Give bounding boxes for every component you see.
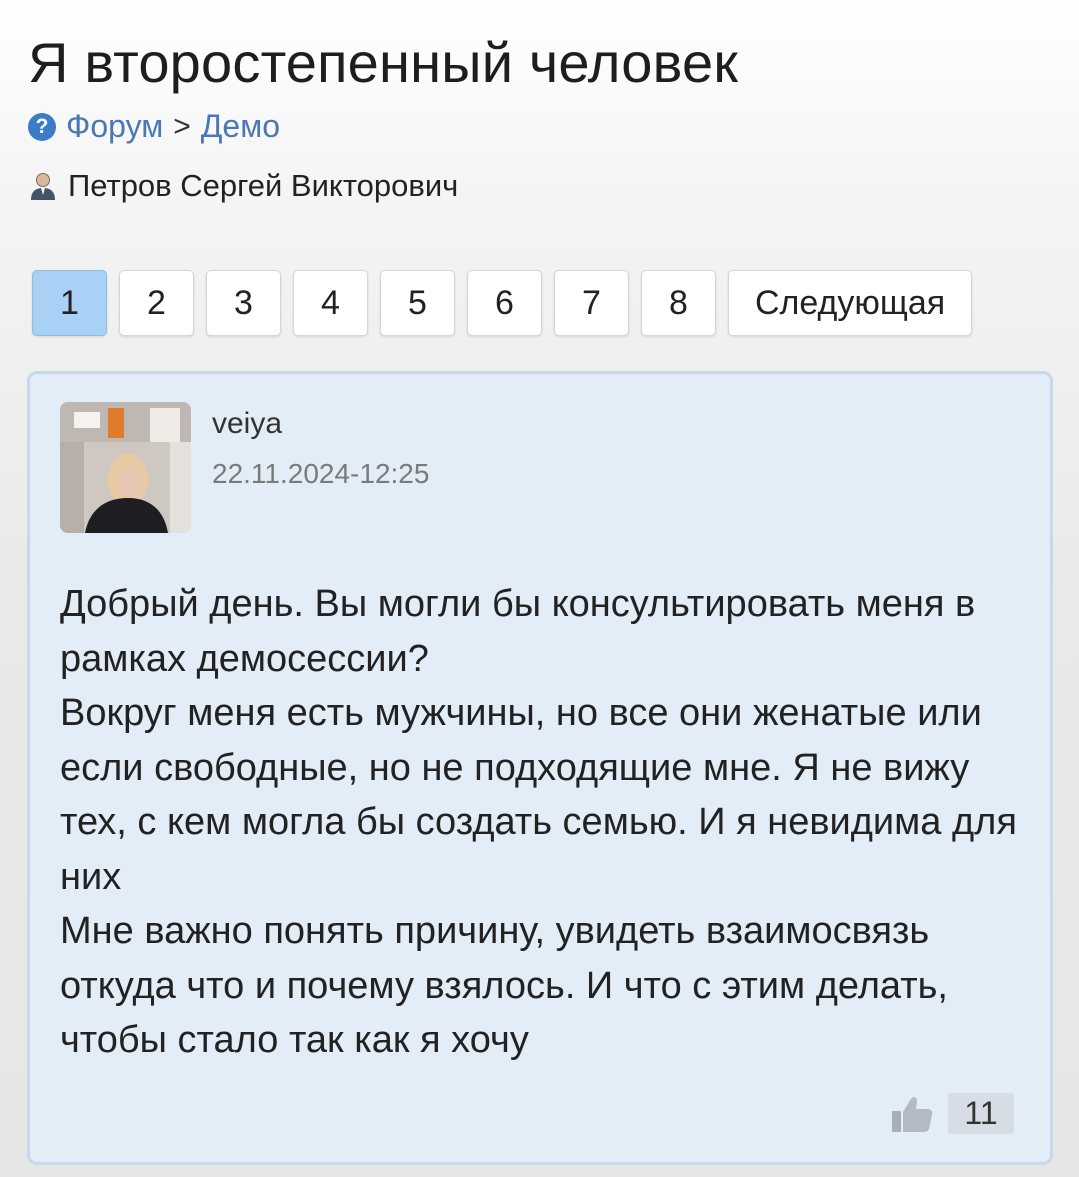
post-paragraph: Добрый день. Вы могли бы консультировать… (60, 583, 976, 680)
pagination: 1 2 3 4 5 6 7 8 Следующая (32, 270, 973, 336)
page-button-3[interactable]: 3 (206, 270, 281, 336)
page-button-6[interactable]: 6 (467, 270, 542, 336)
post-paragraph: Вокруг меня есть мужчины, но все они жен… (60, 692, 1017, 898)
post-card: veiya 22.11.2024-12:25 Добрый день. Вы м… (27, 371, 1053, 1165)
post-body: Добрый день. Вы могли бы консультировать… (60, 577, 1030, 1068)
post-date: 22.11.2024-12:25 (212, 458, 430, 489)
post-username[interactable]: veiya (212, 407, 282, 441)
topic-author: Петров Сергей Викторович (28, 168, 458, 204)
like-area: 11 (890, 1093, 1014, 1134)
breadcrumb-separator: > (173, 109, 191, 143)
breadcrumb-forum-link[interactable]: Форум (66, 108, 163, 145)
next-page-button[interactable]: Следующая (728, 270, 973, 336)
like-count: 11 (948, 1093, 1014, 1134)
page-button-2[interactable]: 2 (119, 270, 194, 336)
page-button-7[interactable]: 7 (554, 270, 629, 336)
breadcrumb: ? Форум > Демо (28, 108, 280, 145)
person-icon (31, 173, 55, 200)
breadcrumb-demo-link[interactable]: Демо (201, 108, 280, 145)
question-circle-icon[interactable]: ? (28, 112, 56, 141)
page-button-1[interactable]: 1 (32, 270, 107, 336)
page-title: Я второстепенный человек (28, 31, 739, 94)
page-button-4[interactable]: 4 (293, 270, 368, 336)
topic-author-name[interactable]: Петров Сергей Викторович (68, 168, 458, 204)
post-paragraph: Мне важно понять причину, увидеть взаимо… (60, 910, 948, 1061)
thumbs-up-icon[interactable] (890, 1094, 934, 1134)
page-button-5[interactable]: 5 (380, 270, 455, 336)
page-button-8[interactable]: 8 (641, 270, 716, 336)
avatar[interactable] (60, 402, 191, 533)
